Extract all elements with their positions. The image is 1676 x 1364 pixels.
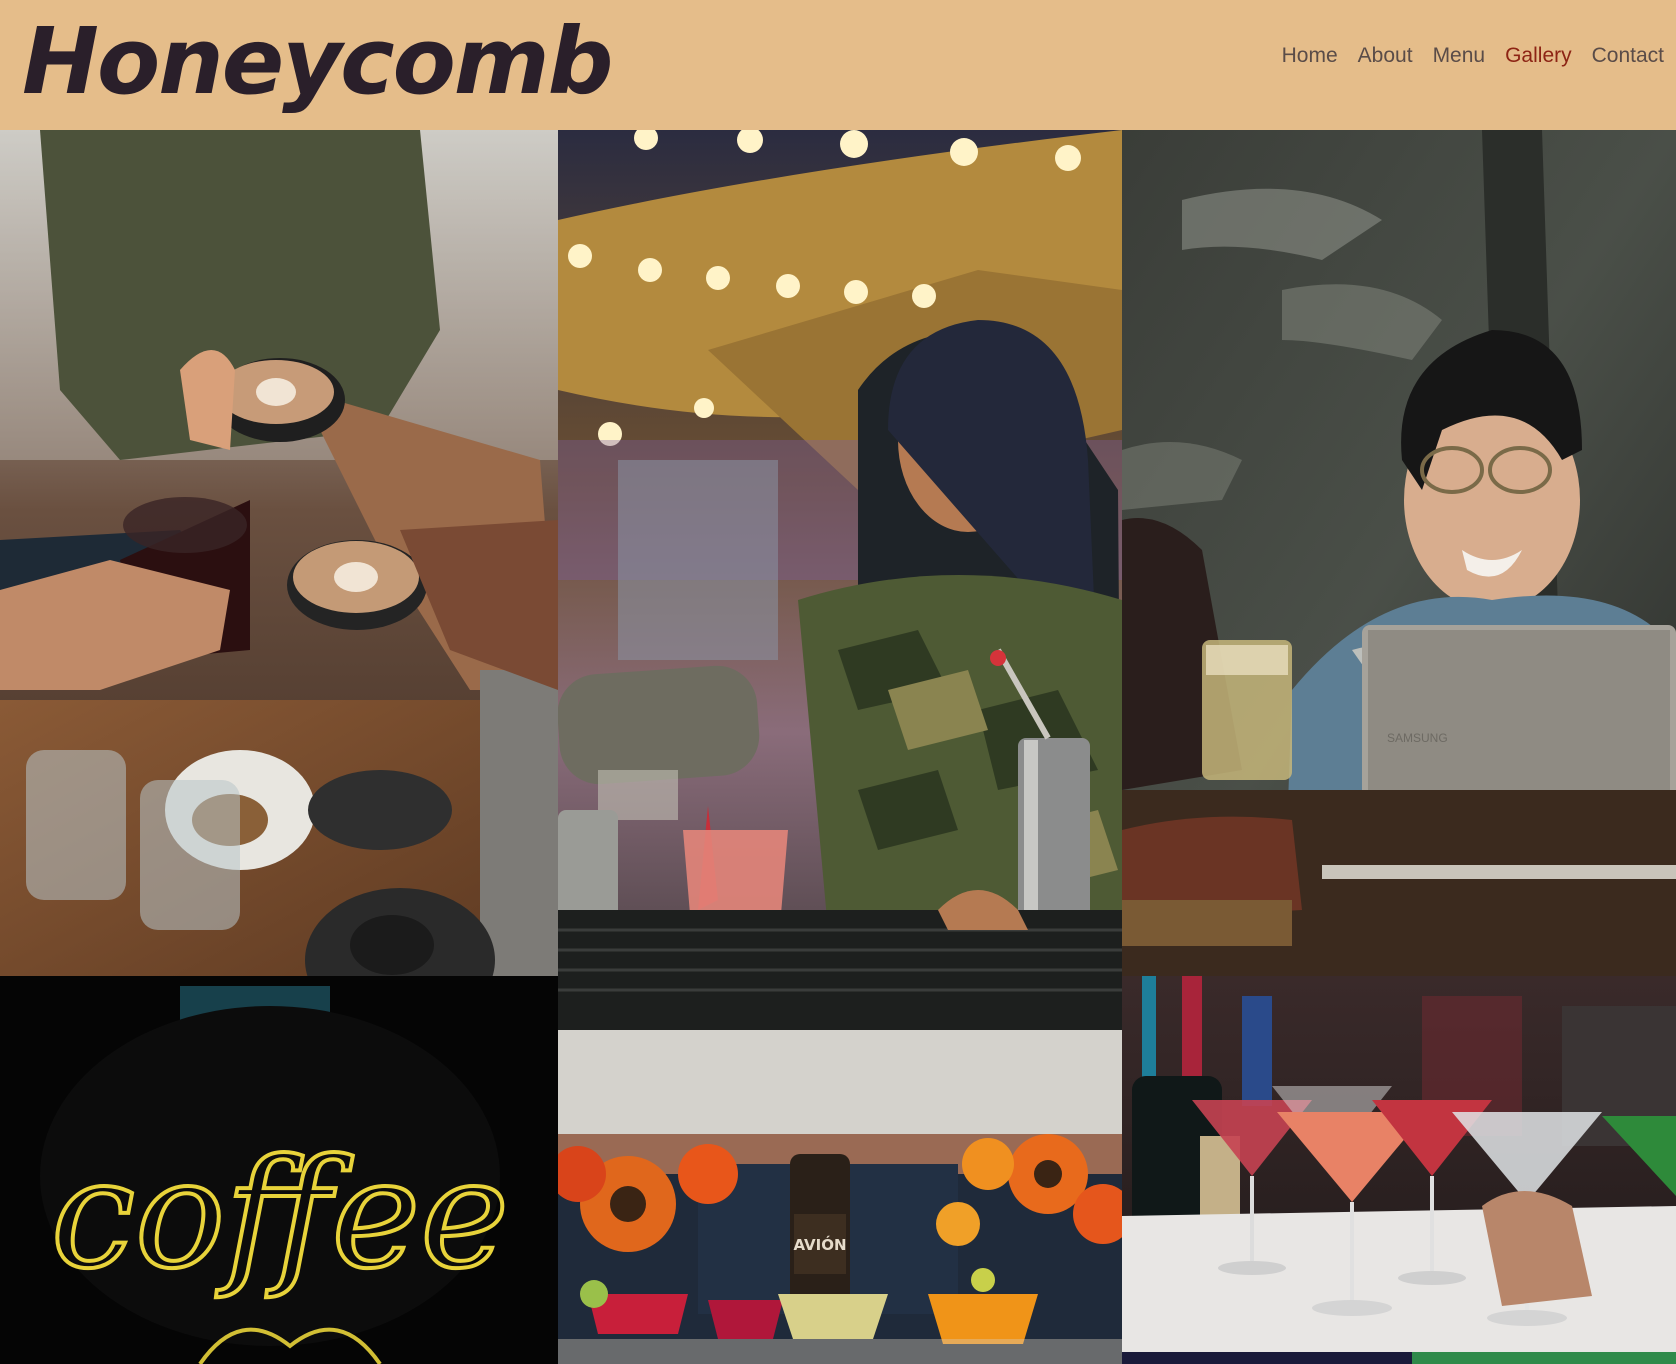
gallery-photo-bartender[interactable] xyxy=(558,130,1122,1134)
nav-menu[interactable]: Menu xyxy=(1433,44,1486,68)
gallery-photo-neon-coffee[interactable]: coffee xyxy=(0,976,558,1364)
nav-home[interactable]: Home xyxy=(1282,44,1338,68)
gallery-photo-laptop-laughing[interactable]: SAMSUNG xyxy=(1122,130,1676,976)
nav-about[interactable]: About xyxy=(1358,44,1413,68)
gallery-photo-martinis[interactable] xyxy=(1122,976,1676,1352)
site-logo[interactable]: Honeycomb xyxy=(22,6,614,118)
svg-text:SAMSUNG: SAMSUNG xyxy=(1387,731,1448,745)
neon-sign-text: coffee xyxy=(51,1128,509,1302)
main-nav: Home About Menu Gallery Contact xyxy=(1282,44,1664,68)
gallery-photo-margaritas[interactable]: AVIÓN xyxy=(558,1134,1122,1364)
bottle-label: AVIÓN xyxy=(793,1235,846,1254)
gallery-photo-coffee-toast[interactable] xyxy=(0,130,558,976)
gallery-photo-strip[interactable] xyxy=(1122,1352,1676,1364)
nav-gallery[interactable]: Gallery xyxy=(1505,44,1572,68)
site-header: Honeycomb Home About Menu Gallery Contac… xyxy=(0,0,1676,130)
nav-contact[interactable]: Contact xyxy=(1592,44,1664,68)
